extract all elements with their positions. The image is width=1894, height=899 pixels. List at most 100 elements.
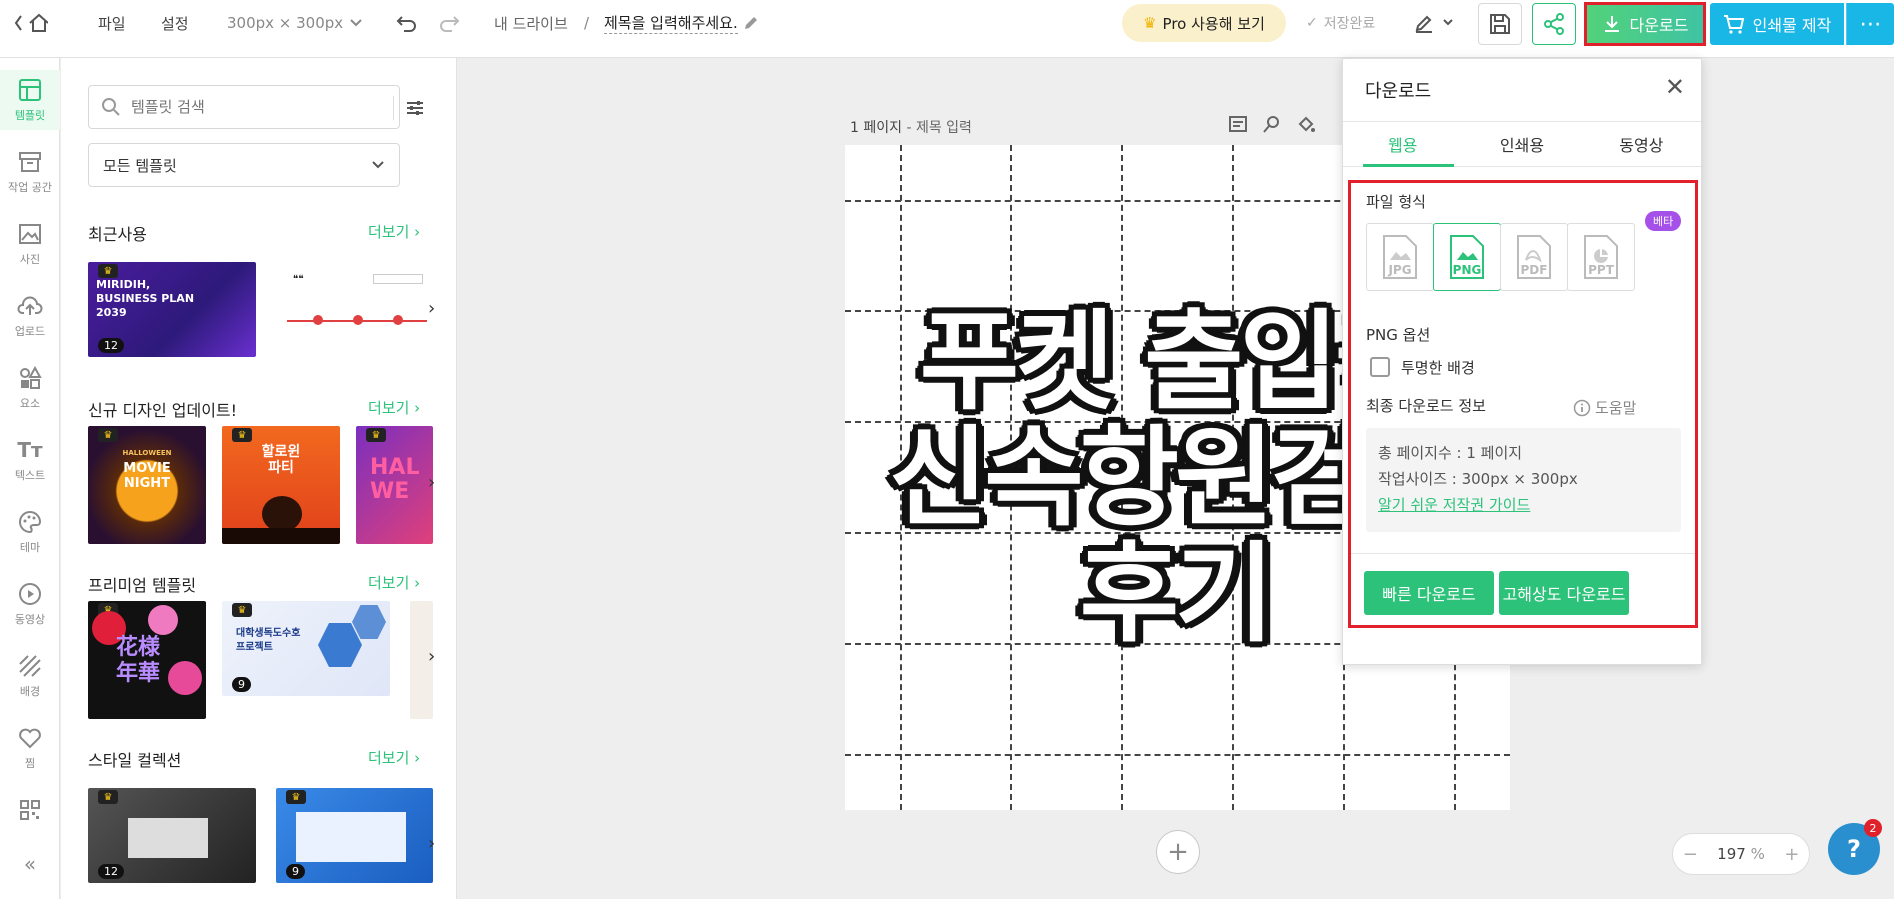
palette-icon [17,509,43,535]
magic-icon[interactable] [1262,114,1282,134]
template-thumb-blue-slides[interactable]: ♛ 9 [276,788,433,883]
template-thumb-timeline[interactable]: ❝❝ [283,262,433,357]
top-toolbar: 파일 설정 300px × 300px 내 드라이브 / 제목을 입력해주세요.… [0,0,1894,58]
template-thumb-dark-slides[interactable]: ♛ 12 [88,788,256,883]
more-link-premium[interactable]: 더보기 › [368,572,420,593]
search-divider [393,96,394,120]
file-menu[interactable]: 파일 [98,0,126,46]
format-png-option[interactable]: PNG [1433,223,1501,291]
breadcrumb-separator: / [584,14,590,32]
collapse-panel-button[interactable]: « [0,844,60,884]
download-button[interactable]: 다운로드 [1584,2,1706,46]
size-selector[interactable]: 300px × 300px [227,0,363,46]
rail-item-favorites[interactable]: 찜 [0,718,60,778]
zoom-out-button[interactable]: − [1683,844,1698,865]
size-label: 300px × 300px [227,14,344,32]
close-icon[interactable]: ✕ [1665,73,1685,101]
crown-icon: ♛ [98,264,118,278]
thumb-text: 할로윈 파티 [261,444,301,476]
fast-download-button[interactable]: 빠른 다운로드 [1364,571,1494,615]
share-button[interactable] [1532,3,1576,45]
rail-item-video[interactable]: 동영상 [0,574,60,634]
document-title-text: 제목을 입력해주세요. [604,14,738,34]
breadcrumb-drive[interactable]: 내 드라이브 [494,0,568,46]
edit-mode-button[interactable] [1414,0,1454,46]
rail-item-workspace[interactable]: 작업 공간 [0,142,60,202]
template-search[interactable] [88,85,423,129]
more-options-button[interactable]: ⋯ [1846,3,1894,45]
rail-item-theme[interactable]: 테마 [0,502,60,562]
rail-item-text[interactable]: Tт 텍스트 [0,430,60,490]
template-thumb-halloween-party[interactable]: ♛ 할로윈 파티 [222,426,340,544]
carousel-next-icon[interactable]: › [428,298,435,319]
help-link[interactable]: 도움말 [1573,397,1636,418]
save-status-label: 저장완료 [1323,16,1376,32]
rail-item-elements[interactable]: 요소 [0,358,60,418]
hq-download-button[interactable]: 고해상도 다운로드 [1499,571,1629,615]
redo-button[interactable] [438,0,460,46]
template-thumb-business-plan[interactable]: ♛ MIRIDIH, BUSINESS PLAN 2039 12 [88,262,256,357]
format-pdf-option[interactable]: PDF [1500,223,1568,291]
print-order-button[interactable]: 인쇄물 제작 [1710,3,1844,45]
template-filter-select[interactable]: 모든 템플릿 [88,143,400,187]
help-chat-button[interactable]: ? 2 [1828,819,1882,875]
settings-menu[interactable]: 설정 [161,0,189,46]
rail-label: 텍스트 [14,469,46,482]
transparent-bg-label[interactable]: 투명한 배경 [1401,357,1475,378]
filter-icon[interactable] [405,98,425,118]
page-title-placeholder: - 제목 입력 [902,120,972,136]
rail-item-upload[interactable]: 업로드 [0,286,60,346]
tab-video[interactable]: 동영상 [1582,122,1701,166]
tab-web[interactable]: 웹용 [1343,122,1462,167]
question-icon: ? [1847,835,1861,863]
fill-icon[interactable] [1296,114,1316,134]
rail-item-photo[interactable]: 사진 [0,214,60,274]
search-icon [102,98,120,116]
pdf-file-icon: PDF [1517,235,1551,279]
pro-trial-button[interactable]: ♛ Pro 사용해 보기 [1122,4,1286,42]
download-tabs: 웹용 인쇄용 동영상 [1343,121,1701,167]
carousel-next-icon[interactable]: › [428,472,435,493]
more-link-style[interactable]: 더보기 › [368,747,420,768]
document-title[interactable]: 제목을 입력해주세요. [604,0,760,46]
crown-icon: ♛ [286,790,306,804]
carousel-next-icon[interactable]: › [428,646,435,667]
zoom-in-button[interactable]: + [1784,844,1799,865]
template-thumb-halloween-week[interactable]: ♛ HAL WE [356,426,433,544]
section-title-style: 스타일 컬렉션 [88,751,182,770]
format-jpg-option[interactable]: JPG [1366,223,1434,291]
crown-icon: ♛ [366,428,386,442]
template-thumb-dokdo[interactable]: ♛ 대학생독도수호 프로젝트 9 [222,601,390,696]
crown-icon: ♛ [232,603,252,617]
download-button-label: 다운로드 [1629,16,1689,35]
more-icon: ⋯ [1859,11,1882,37]
carousel-next-icon[interactable]: › [428,833,435,854]
memo-icon[interactable] [1228,114,1248,134]
tab-print[interactable]: 인쇄용 [1462,122,1581,166]
search-input[interactable] [131,98,341,116]
page-label[interactable]: 1 페이지 - 제목 입력 [850,117,972,137]
rail-item-qr[interactable] [0,790,60,830]
more-link-new[interactable]: 더보기 › [368,397,420,418]
ppt-file-icon: PPT [1584,235,1618,279]
more-link-recent[interactable]: 더보기 › [368,221,420,242]
plus-icon: + [1167,837,1189,867]
template-thumb-movie-night[interactable]: ♛ HALLOWEEN MOVIE NIGHT [88,426,206,544]
back-home-button[interactable] [14,0,48,46]
more-link-label: 더보기 [368,749,410,767]
thumb-text: 대학생독도수호 프로젝트 [236,628,301,653]
rail-item-background[interactable]: 배경 [0,646,60,706]
rail-label: 요소 [19,397,41,410]
zoom-control: − 197 % + [1672,833,1810,875]
chevron-down-icon [1443,19,1453,26]
format-ppt-option[interactable]: PPT [1567,223,1635,291]
save-button[interactable] [1478,3,1522,45]
copyright-guide-link[interactable]: 알기 쉬운 저작권 가이드 [1378,492,1669,518]
crown-icon: ♛ [1143,14,1157,32]
add-page-button[interactable]: + [1156,830,1200,874]
rail-item-template[interactable]: 템플릿 [0,70,60,130]
zoom-value[interactable]: 197 % [1717,845,1765,863]
undo-button[interactable] [396,0,418,46]
template-thumb-flower[interactable]: ♛ 花様 年華 [88,601,206,719]
transparent-bg-checkbox[interactable] [1370,357,1390,377]
